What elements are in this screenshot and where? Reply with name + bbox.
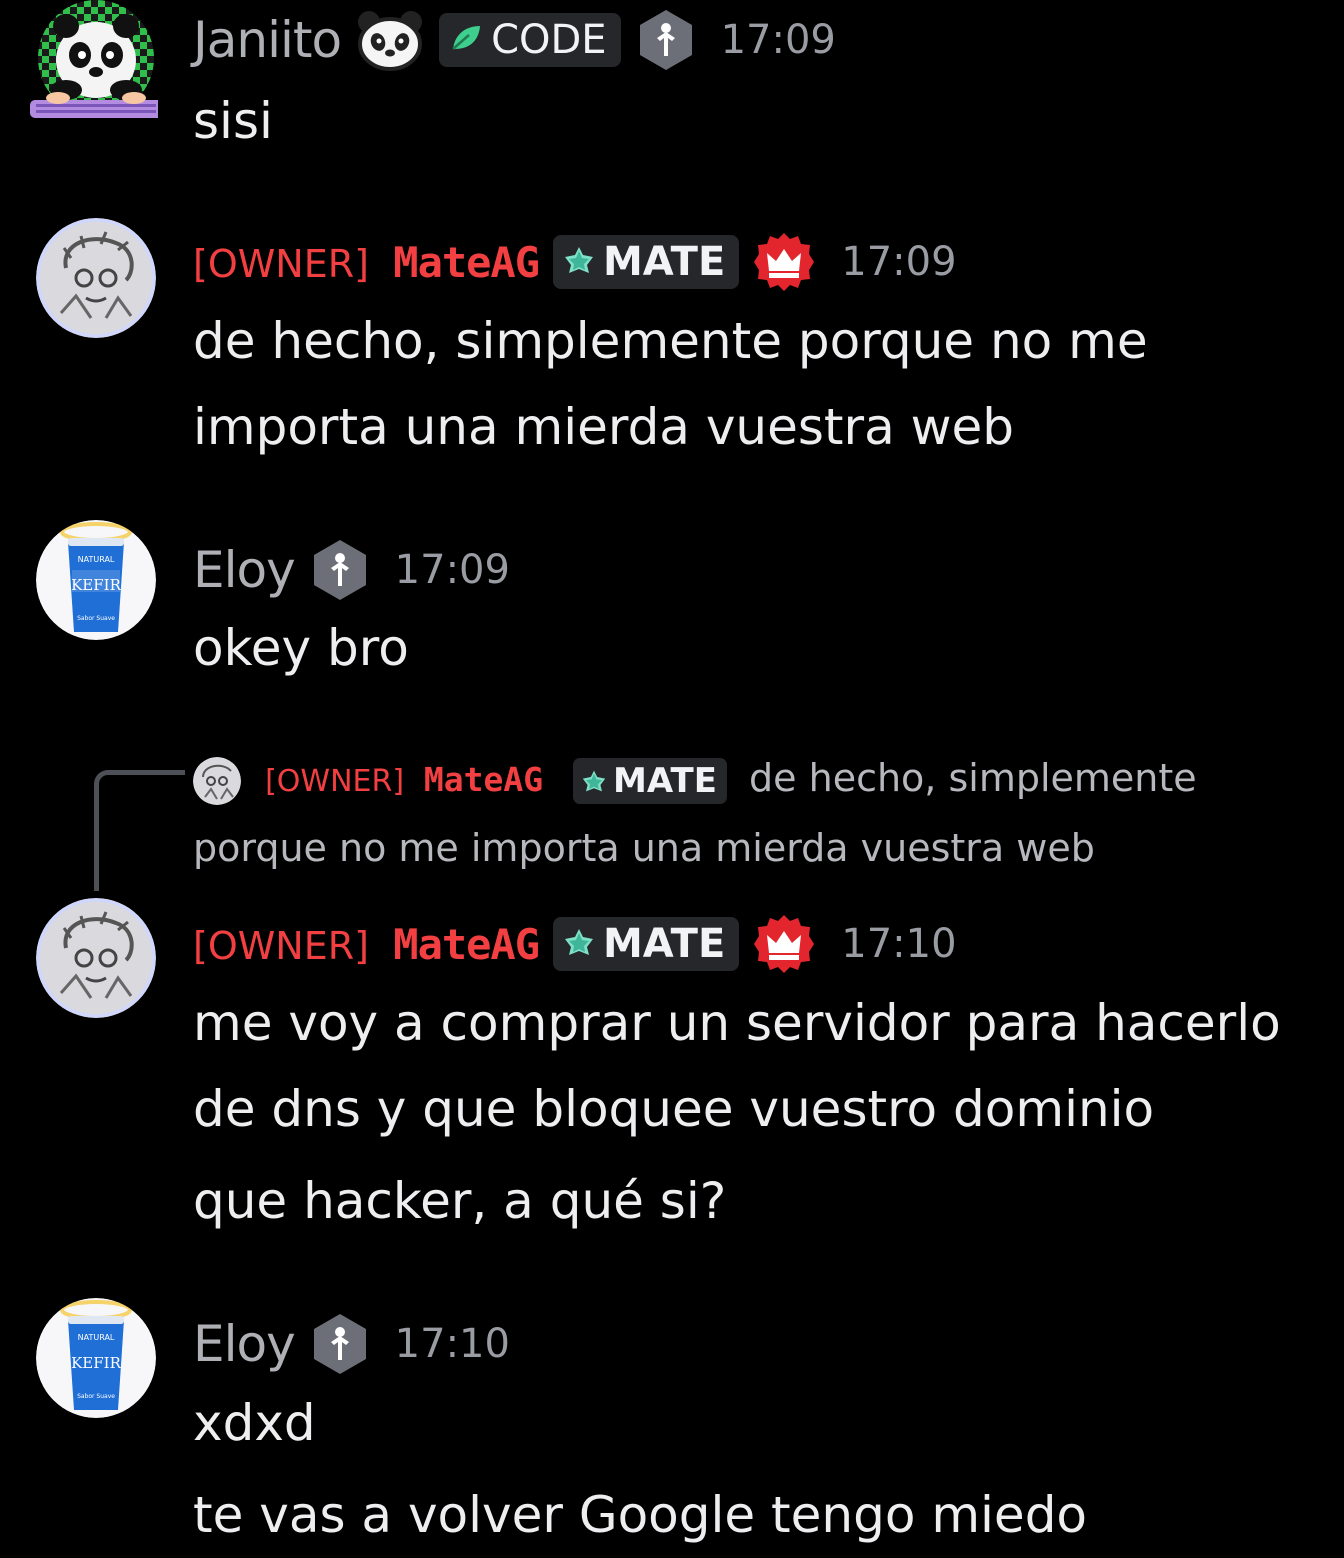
tag-label: MATE xyxy=(603,921,726,967)
svg-text:Sabor Suave: Sabor Suave xyxy=(77,1393,115,1400)
avatar-mateag[interactable] xyxy=(36,218,156,338)
avatar-janiito[interactable] xyxy=(28,0,158,125)
role-tag-mate[interactable]: MATE xyxy=(553,235,740,289)
timestamp: 17:10 xyxy=(841,921,957,967)
tag-label: MATE xyxy=(603,239,726,285)
message-line: sisi xyxy=(193,92,273,150)
message-line: te vas a volver Google tengo miedo xyxy=(193,1486,1088,1544)
message-content: me voy a comprar un servidor para hacerl… xyxy=(193,980,1313,1152)
leaf-icon xyxy=(449,17,483,63)
kefir-avatar-icon: NATURAL KEFIR Sabor Suave xyxy=(36,520,156,640)
message-line: de dns y que bloquee vuestro dominio xyxy=(193,1080,1155,1138)
sketch-avatar-icon xyxy=(36,218,156,338)
message-content: sisi xyxy=(193,78,1313,164)
username[interactable]: Eloy xyxy=(193,541,296,599)
message-line: xdxd xyxy=(193,1394,316,1452)
hex-person-badge-icon[interactable] xyxy=(311,1312,369,1376)
message-content-followup: te vas a volver Google tengo miedo xyxy=(193,1472,1313,1558)
timestamp: 17:09 xyxy=(720,17,836,63)
role-tag-mate[interactable]: MATE xyxy=(553,917,740,971)
gem-icon xyxy=(582,770,606,791)
message-line: que hacker, a qué si? xyxy=(193,1172,727,1230)
tag-label: CODE xyxy=(491,17,607,63)
role-tag-code[interactable]: CODE xyxy=(439,13,621,67)
sketch-avatar-icon xyxy=(36,898,156,1018)
timestamp: 17:10 xyxy=(394,1321,510,1367)
svg-text:KEFIR: KEFIR xyxy=(71,1354,121,1372)
message-content: xdxd xyxy=(193,1380,1313,1466)
svg-text:NATURAL: NATURAL xyxy=(78,1333,115,1342)
owner-prefix: [OWNER] xyxy=(193,923,369,968)
message-line: me voy a comprar un servidor para hacerl… xyxy=(193,994,1281,1052)
reply-second-line: porque no me importa una mierda vuestra … xyxy=(193,826,1095,870)
message-header: [OWNER] MateAG MATE 17:10 xyxy=(193,912,957,976)
reply-owner-prefix: [OWNER] xyxy=(265,764,405,799)
reply-first-line: [OWNER] MateAG MATE de hecho, simplement… xyxy=(193,745,1313,815)
reply-text: de hecho, simplemente xyxy=(749,756,1197,800)
reply-connector xyxy=(94,770,185,891)
avatar-eloy[interactable]: NATURAL KEFIR Sabor Suave xyxy=(36,1298,156,1418)
kefir-avatar-icon: NATURAL KEFIR Sabor Suave xyxy=(36,1298,156,1418)
username[interactable]: Janiito xyxy=(193,11,342,69)
panda-face-icon xyxy=(355,8,425,72)
message-header: Eloy 17:09 xyxy=(193,538,510,602)
svg-text:Sabor Suave: Sabor Suave xyxy=(77,615,115,622)
crown-badge-icon[interactable] xyxy=(753,231,815,293)
hex-person-badge-icon[interactable] xyxy=(311,538,369,602)
svg-text:NATURAL: NATURAL xyxy=(78,555,115,564)
owner-prefix: [OWNER] xyxy=(193,241,369,286)
gem-icon xyxy=(563,239,595,285)
svg-text:KEFIR: KEFIR xyxy=(71,576,121,594)
reply-preview[interactable]: [OWNER] MateAG MATE de hecho, simplement… xyxy=(193,745,1313,881)
avatar-mateag[interactable] xyxy=(36,898,156,1018)
hex-person-badge-icon[interactable] xyxy=(637,8,695,72)
reply-author[interactable]: [OWNER] MateAG xyxy=(265,760,563,799)
username-text: MateAG xyxy=(393,237,540,287)
reply-username: MateAG xyxy=(423,760,544,799)
reply-avatar xyxy=(193,756,241,805)
username-text: MateAG xyxy=(393,919,540,969)
message-content: de hecho, simplemente porque no me impor… xyxy=(193,298,1313,470)
message-line: okey bro xyxy=(193,619,409,677)
message-header: Eloy 17:10 xyxy=(193,1312,510,1376)
panda-avatar-icon xyxy=(30,0,158,118)
username[interactable]: [OWNER] MateAG xyxy=(193,919,540,969)
message-header: Janiito CODE 17:09 xyxy=(193,8,836,72)
reply-tag-label: MATE xyxy=(613,760,717,801)
message-content: okey bro xyxy=(193,605,1313,691)
timestamp: 17:09 xyxy=(841,239,957,285)
message-line: importa una mierda vuestra web xyxy=(193,398,1015,456)
reply-role-tag: MATE xyxy=(573,757,727,804)
message-content-followup: que hacker, a qué si? xyxy=(193,1158,1313,1244)
crown-badge-icon[interactable] xyxy=(753,913,815,975)
message-line: de hecho, simplemente porque no me xyxy=(193,312,1148,370)
gem-icon xyxy=(563,921,595,967)
username[interactable]: [OWNER] MateAG xyxy=(193,237,540,287)
avatar-eloy[interactable]: NATURAL KEFIR Sabor Suave xyxy=(36,520,156,640)
username[interactable]: Eloy xyxy=(193,1315,296,1373)
timestamp: 17:09 xyxy=(394,547,510,593)
message-header: [OWNER] MateAG MATE 17:09 xyxy=(193,230,957,294)
